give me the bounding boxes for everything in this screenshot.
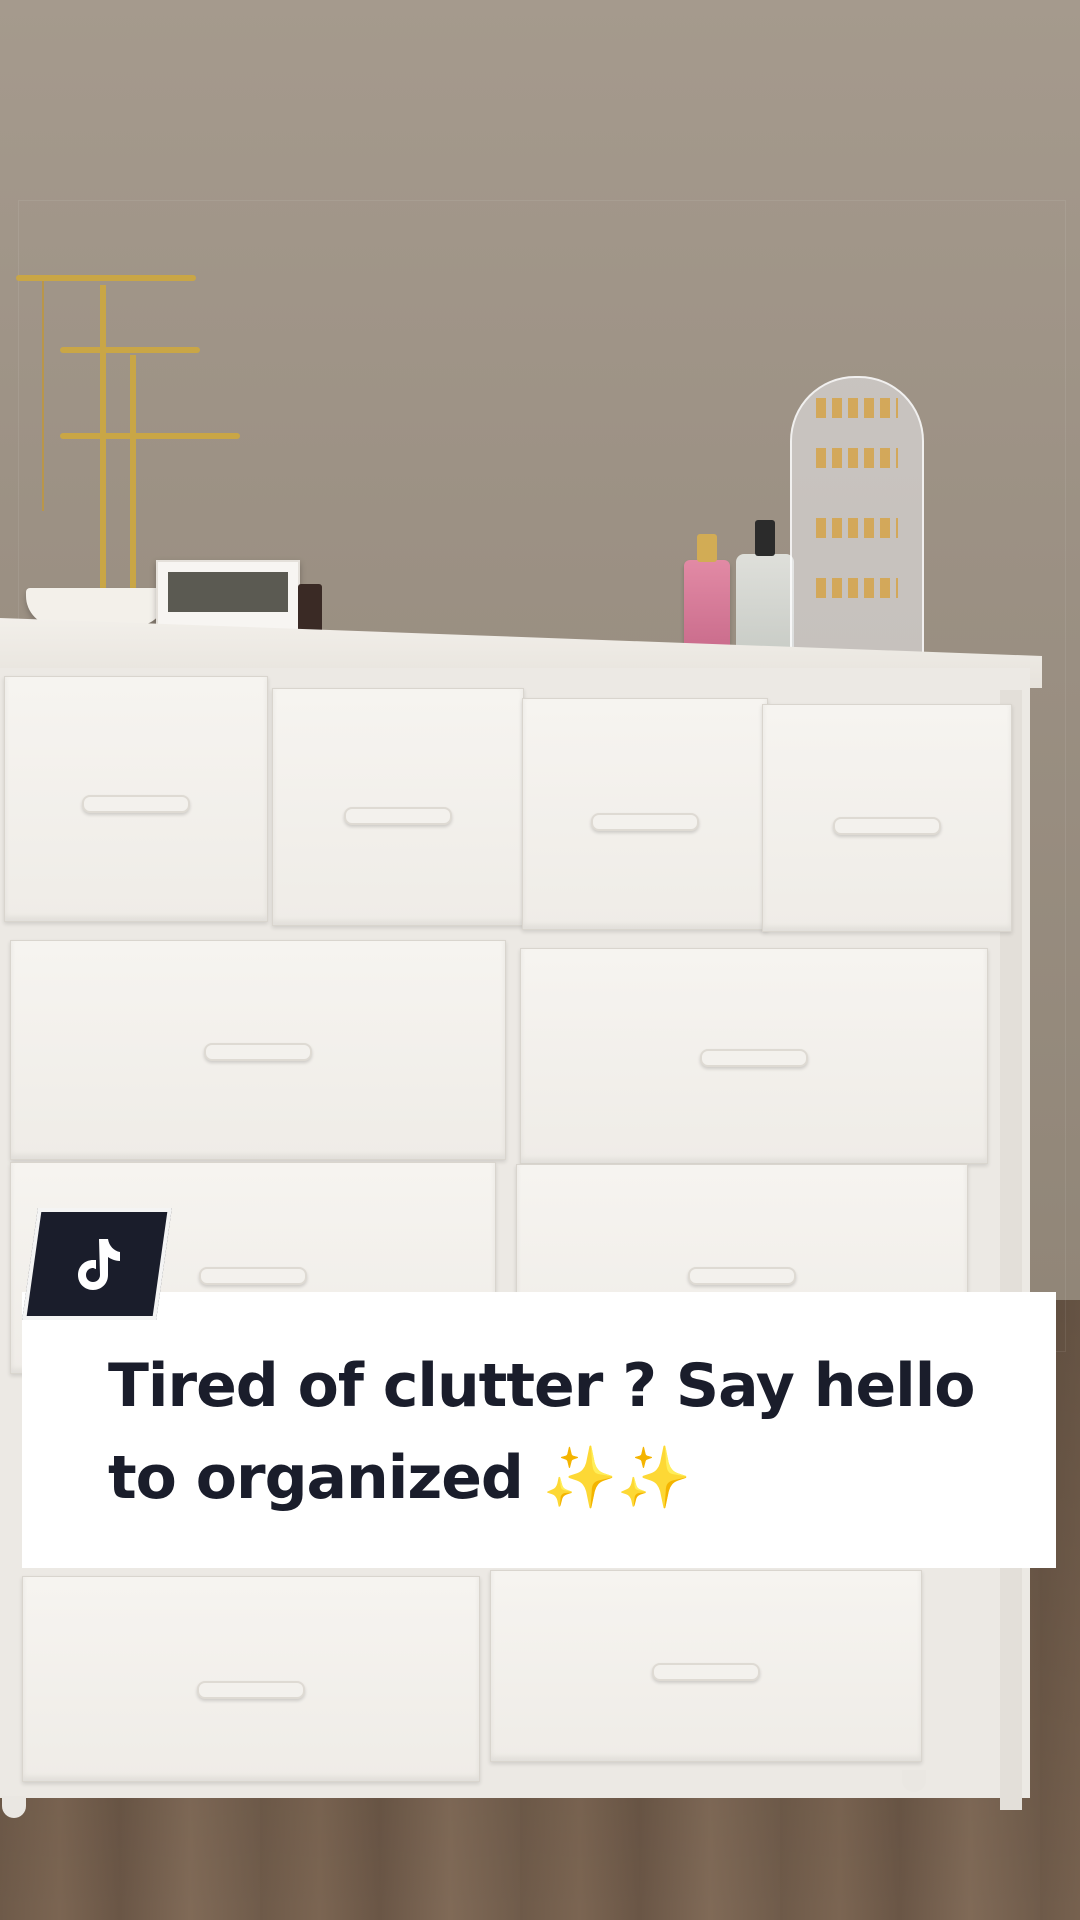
earring-organizer xyxy=(790,376,924,660)
small-box xyxy=(298,584,322,636)
drawer-large-1 xyxy=(10,940,506,1160)
drawer-handle xyxy=(197,1681,305,1699)
drawer-handle xyxy=(688,1267,796,1285)
drawer-handle xyxy=(700,1049,808,1067)
drawer-large-2 xyxy=(520,948,988,1164)
drawer-handle xyxy=(833,817,941,835)
drawer-handle xyxy=(199,1267,307,1285)
gold-jewelry-stand xyxy=(10,265,240,605)
drawer-large-6 xyxy=(490,1570,922,1762)
drawer-small-2 xyxy=(272,688,524,926)
drawer-small-3 xyxy=(522,698,768,930)
drawer-handle xyxy=(591,813,699,831)
drawer-handle xyxy=(204,1043,312,1061)
drawer-handle xyxy=(82,795,190,813)
drawer-handle xyxy=(344,807,452,825)
drawer-large-5 xyxy=(22,1576,480,1782)
tiktok-badge xyxy=(22,1208,172,1320)
drawer-small-4 xyxy=(762,704,1012,932)
drawer-small-1 xyxy=(4,676,268,922)
tiktok-logo-icon xyxy=(78,1239,120,1290)
pink-perfume-bottle xyxy=(684,534,730,656)
caption-text: Tired of clutter ? Say hello to organize… xyxy=(108,1351,976,1513)
clear-perfume-bottle xyxy=(736,520,794,656)
drawer-handle xyxy=(652,1663,760,1681)
